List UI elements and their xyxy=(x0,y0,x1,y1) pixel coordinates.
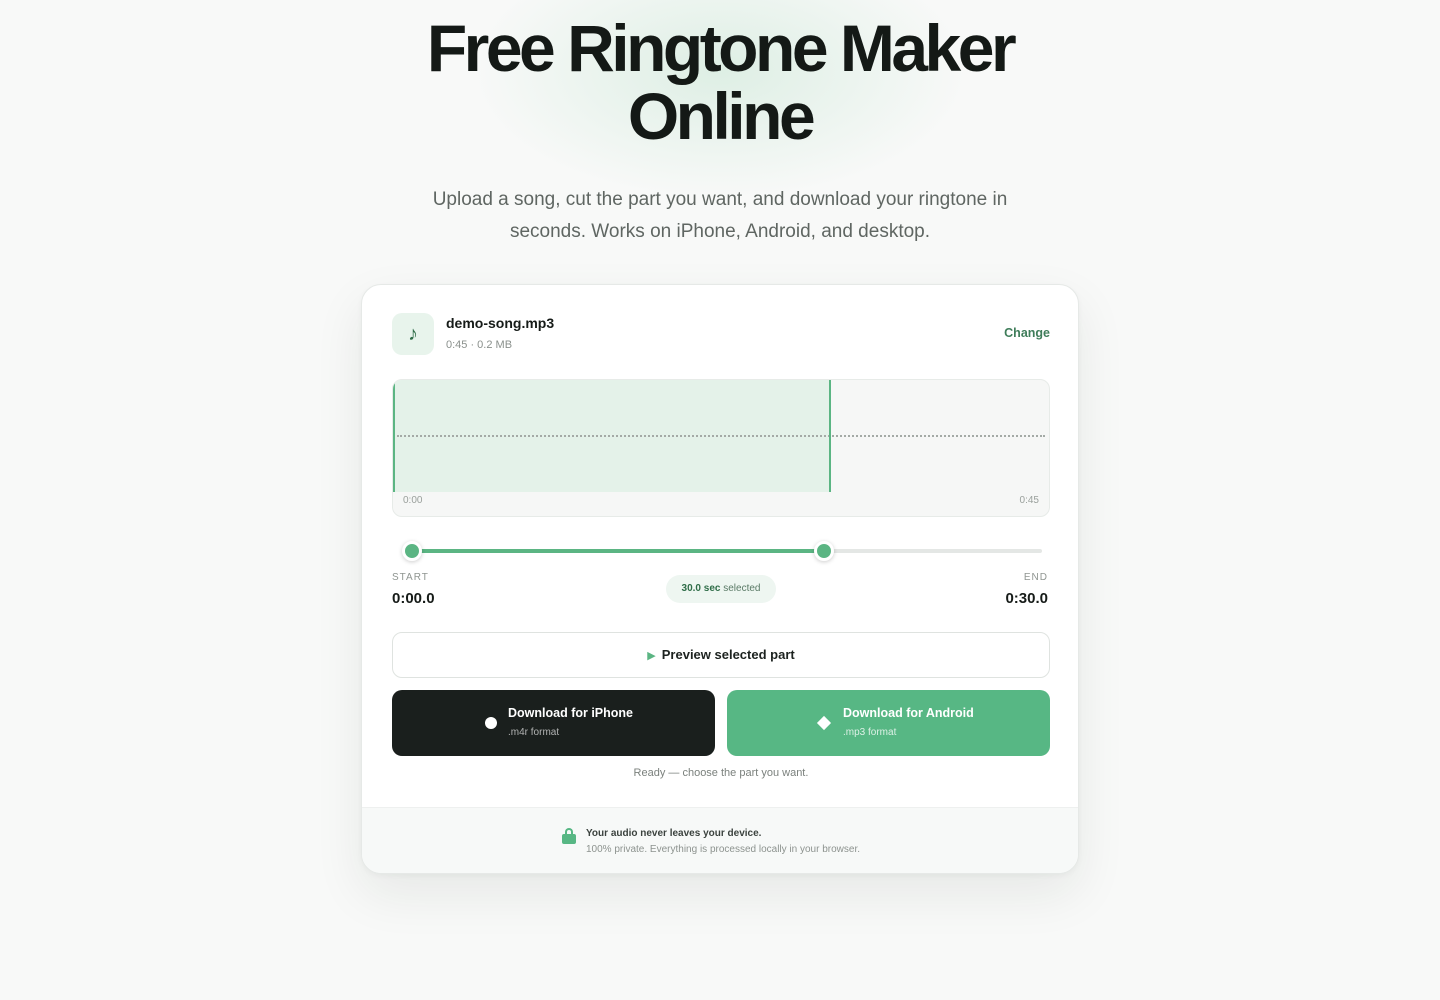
end-label: END xyxy=(1023,572,1048,583)
selection-duration: 30.0 sec xyxy=(681,583,721,594)
page-title-line-2: Online xyxy=(627,79,816,153)
start-label: START xyxy=(392,572,429,583)
preview-label: Preview selected part xyxy=(661,647,795,662)
file-info: ♪ demo-song.mp3 0:45 · 0.2 MB Change xyxy=(392,313,1050,355)
end-value: 0:30.0 xyxy=(1005,590,1048,607)
download-iphone-label: Download for iPhone xyxy=(508,706,633,720)
page-subtitle: Upload a song, cut the part you want, an… xyxy=(432,189,1008,242)
preview-button[interactable]: ▶ Preview selected part xyxy=(392,632,1050,678)
privacy-headline: Your audio never leaves your device. xyxy=(586,828,762,839)
waveform-start-time: 0:00 xyxy=(403,495,423,506)
music-note-icon: ♪ xyxy=(392,313,434,355)
selection-duration-suffix: selected xyxy=(720,583,761,594)
download-android-format: .mp3 format xyxy=(843,727,897,738)
end-handle[interactable] xyxy=(814,541,834,561)
slider-selected-range xyxy=(412,549,824,553)
page-title: Free Ringtone Maker Online xyxy=(0,14,1440,150)
waveform-start-marker xyxy=(393,380,395,492)
waveform[interactable]: 0:00 0:45 xyxy=(392,379,1050,517)
page-title-line-1: Free Ringtone Maker xyxy=(426,11,1017,85)
selection-duration-badge: 30.0 sec selected xyxy=(666,575,776,603)
android-icon xyxy=(816,715,832,731)
waveform-end-time: 0:45 xyxy=(1019,495,1039,506)
start-handle[interactable] xyxy=(402,541,422,561)
privacy-detail: 100% private. Everything is processed lo… xyxy=(586,844,861,855)
start-value: 0:00.0 xyxy=(392,590,435,607)
range-slider[interactable] xyxy=(392,541,1050,561)
download-android-label: Download for Android xyxy=(843,706,974,720)
hero: Free Ringtone Maker Online Upload a song… xyxy=(0,14,1440,248)
lock-icon xyxy=(562,828,576,844)
waveform-line xyxy=(397,435,1045,437)
play-icon: ▶ xyxy=(647,650,656,662)
status-text: Ready — choose the part you want. xyxy=(633,767,809,779)
privacy-notice: Your audio never leaves your device. 100… xyxy=(362,807,1078,873)
apple-icon xyxy=(485,717,497,729)
download-iphone-format: .m4r format xyxy=(508,727,560,738)
waveform-end-marker xyxy=(829,380,831,492)
file-name: demo-song.mp3 xyxy=(446,315,555,331)
download-android-button[interactable]: Download for Android .mp3 format xyxy=(727,690,1050,756)
change-file-button[interactable]: Change xyxy=(1004,326,1050,340)
download-iphone-button[interactable]: Download for iPhone .m4r format xyxy=(392,690,715,756)
ringtone-editor-card: ♪ demo-song.mp3 0:45 · 0.2 MB Change 0:0… xyxy=(361,284,1079,874)
file-meta: 0:45 · 0.2 MB xyxy=(446,339,513,351)
